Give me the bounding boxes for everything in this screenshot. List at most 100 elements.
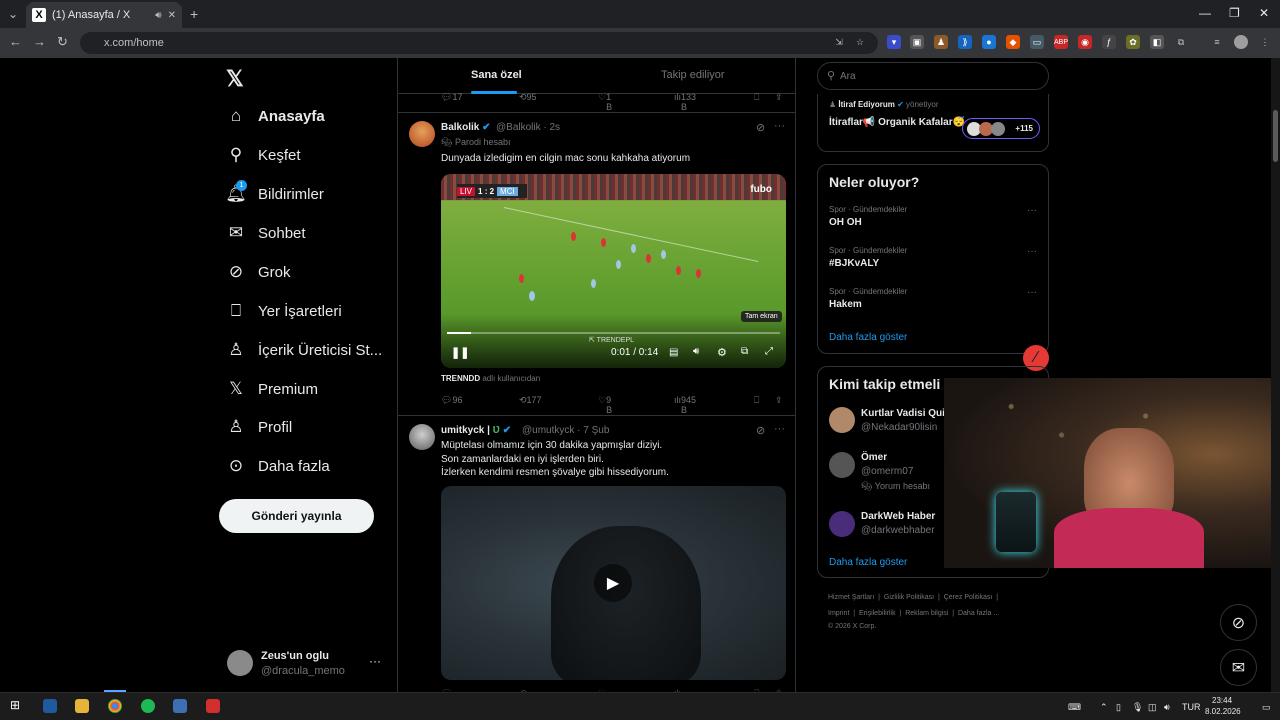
community-card[interactable]: ♟︎ İtiraf Ediyorum ✔ yönetiyor İtiraflar…	[817, 94, 1049, 152]
bookmark-icon[interactable]: ⎕	[754, 92, 759, 103]
clock-date[interactable]: 8.02.2026	[1205, 707, 1241, 716]
like-button[interactable]: ♡ 1 B	[598, 92, 612, 112]
nav-creator-studio[interactable]: ♙ İçerik Üreticisi St...	[226, 335, 382, 365]
bookmark-star-icon[interactable]: ☆	[853, 35, 867, 49]
footer-link[interactable]: Erişilebilirlik	[859, 610, 896, 617]
avatar[interactable]	[409, 424, 435, 450]
mic-icon[interactable]: 🎙︎	[1132, 702, 1143, 713]
nav-grok[interactable]: ⊘ Grok	[226, 257, 291, 287]
keyboard-icon[interactable]: ⌨	[1068, 702, 1081, 713]
reload-icon[interactable]: ↻	[57, 34, 68, 50]
views-button[interactable]: ılı 133 B	[674, 92, 696, 112]
extensions-puzzle-icon[interactable]: ⧉	[1174, 35, 1188, 49]
restore-button[interactable]: ❐	[1229, 6, 1240, 20]
more-icon[interactable]: ···	[774, 423, 785, 435]
reading-list-icon[interactable]: ≡	[1210, 35, 1224, 49]
views-button[interactable]: ılı 945 B	[674, 395, 696, 415]
chevron-up-icon[interactable]: ⌃	[1100, 702, 1108, 713]
share-icon[interactable]: ⇪	[775, 92, 783, 103]
follow-name[interactable]: Kurtlar Vadisi Qui	[861, 408, 945, 419]
close-window-button[interactable]: ✕	[1259, 6, 1269, 20]
tray-icon[interactable]: ▯	[1116, 702, 1121, 713]
footer-link[interactable]: Imprint	[828, 610, 849, 617]
trend-name[interactable]: OH OH	[829, 217, 862, 228]
post-button[interactable]: Gönderi yayınla	[219, 499, 374, 533]
chrome-icon[interactable]	[108, 699, 122, 713]
clock-time[interactable]: 23:44	[1212, 696, 1232, 705]
profile-avatar[interactable]	[1234, 35, 1248, 49]
search-input[interactable]: ⚲ Ara	[817, 62, 1049, 90]
taskbar-app-icon[interactable]	[206, 699, 220, 713]
extension-icon[interactable]: ◉	[1078, 35, 1092, 49]
progress-track[interactable]	[447, 332, 780, 334]
windows-start-icon[interactable]: ⊞	[10, 698, 24, 712]
address-bar[interactable]: x.com/home	[80, 32, 878, 54]
nav-bookmarks[interactable]: ⎕ Yer İşaretleri	[226, 296, 342, 326]
fullscreen-icon[interactable]: ⤢	[765, 346, 773, 357]
trend-name[interactable]: #BJKvALY	[829, 258, 879, 269]
extension-icon[interactable]: ●	[982, 35, 996, 49]
footer-link[interactable]: Daha fazla ...	[958, 610, 999, 617]
show-more-follow-link[interactable]: Daha fazla göster	[829, 557, 907, 568]
x-logo-icon[interactable]: 𝕏	[226, 66, 244, 92]
pip-icon[interactable]: ⧉	[741, 346, 748, 357]
volume-icon[interactable]: 🔊︎	[1164, 702, 1170, 713]
close-tab-icon[interactable]: ✕	[168, 10, 176, 21]
follow-name[interactable]: Ömer	[861, 452, 887, 463]
nav-home[interactable]: ⌂ Anasayfa	[226, 101, 325, 131]
pause-icon[interactable]: ❚❚	[451, 346, 469, 359]
grok-fab-icon[interactable]: ⊘	[1220, 604, 1257, 641]
nav-more[interactable]: ⊙ Daha fazla	[226, 451, 330, 481]
share-icon[interactable]: ⇪	[775, 395, 783, 406]
adblock-icon[interactable]: ABP	[1054, 35, 1068, 49]
speaker-icon[interactable]: 🔊︎	[155, 10, 161, 21]
repost-button[interactable]: ⟲ 177	[519, 395, 542, 406]
extension-icon[interactable]: ◆	[1006, 35, 1020, 49]
file-explorer-icon[interactable]	[75, 699, 89, 713]
grok-icon[interactable]: ⊘	[756, 424, 765, 437]
tweet-author-name[interactable]: Balkolik ✔	[441, 122, 491, 133]
tab-following[interactable]: Takip ediliyor	[661, 69, 725, 81]
show-more-trends-link[interactable]: Daha fazla göster	[829, 332, 907, 343]
spotify-icon[interactable]	[141, 699, 155, 713]
footer-link[interactable]: Reklam bilgisi	[905, 610, 948, 617]
more-icon[interactable]: ···	[1027, 246, 1037, 257]
extension-icon[interactable]: ▾	[887, 35, 901, 49]
trend-name[interactable]: Hakem	[829, 299, 862, 310]
avatar[interactable]	[409, 121, 435, 147]
tweet-author-handle[interactable]: @umutkyck · 7 Şub	[522, 425, 609, 436]
tab-for-you[interactable]: Sana özel	[471, 69, 522, 81]
language-indicator[interactable]: TUR	[1182, 702, 1201, 712]
extension-icon[interactable]: ▣	[910, 35, 924, 49]
browser-menu-icon[interactable]: ⋮	[1258, 35, 1272, 49]
taskbar-app-icon[interactable]	[43, 699, 57, 713]
reply-button[interactable]: 💬︎ 96	[441, 395, 462, 406]
more-icon[interactable]: ···	[774, 120, 785, 132]
forward-icon[interactable]: →	[33, 34, 46, 49]
minimize-button[interactable]: —	[1199, 6, 1211, 20]
video-player[interactable]: LIV 1 : 2 MCI fubo Tam ekran ⇱ TRENDEPL …	[441, 174, 786, 368]
follow-name[interactable]: DarkWeb Haber	[861, 511, 935, 522]
nav-premium[interactable]: 𝕏 Premium	[226, 374, 318, 404]
more-icon[interactable]: ···	[369, 654, 381, 668]
volume-icon[interactable]: 🔊︎	[693, 346, 699, 357]
extension-icon[interactable]: ⟫	[958, 35, 972, 49]
scrollbar-thumb[interactable]	[1273, 110, 1278, 162]
like-button[interactable]: ♡ 9 B	[598, 395, 612, 415]
taskbar-app-icon[interactable]	[173, 699, 187, 713]
tweet-author-name[interactable]: umitkyck | Ʋ ✔	[441, 425, 511, 436]
grok-icon[interactable]: ⊘	[756, 121, 765, 134]
captions-icon[interactable]: ▤	[669, 347, 678, 358]
tweet-author-handle[interactable]: @Balkolik · 2s	[496, 122, 560, 133]
bookmark-icon[interactable]: ⎕	[754, 395, 759, 406]
footer-link[interactable]: Gizlilik Politikası	[884, 594, 934, 601]
reply-button[interactable]: 💬︎ 17	[441, 92, 462, 103]
play-icon[interactable]: ▶	[594, 564, 632, 602]
community-members[interactable]: +115	[962, 118, 1040, 139]
video-thumbnail[interactable]: ▶	[441, 486, 786, 680]
avatar[interactable]	[829, 407, 855, 433]
tab-search-icon[interactable]: ⌄	[8, 7, 18, 21]
extension-icon[interactable]: ▭	[1030, 35, 1044, 49]
account-switcher[interactable]: Zeus'un oglu @dracula_memo ···	[227, 648, 387, 680]
footer-link[interactable]: Hizmet Şartları	[828, 594, 874, 601]
